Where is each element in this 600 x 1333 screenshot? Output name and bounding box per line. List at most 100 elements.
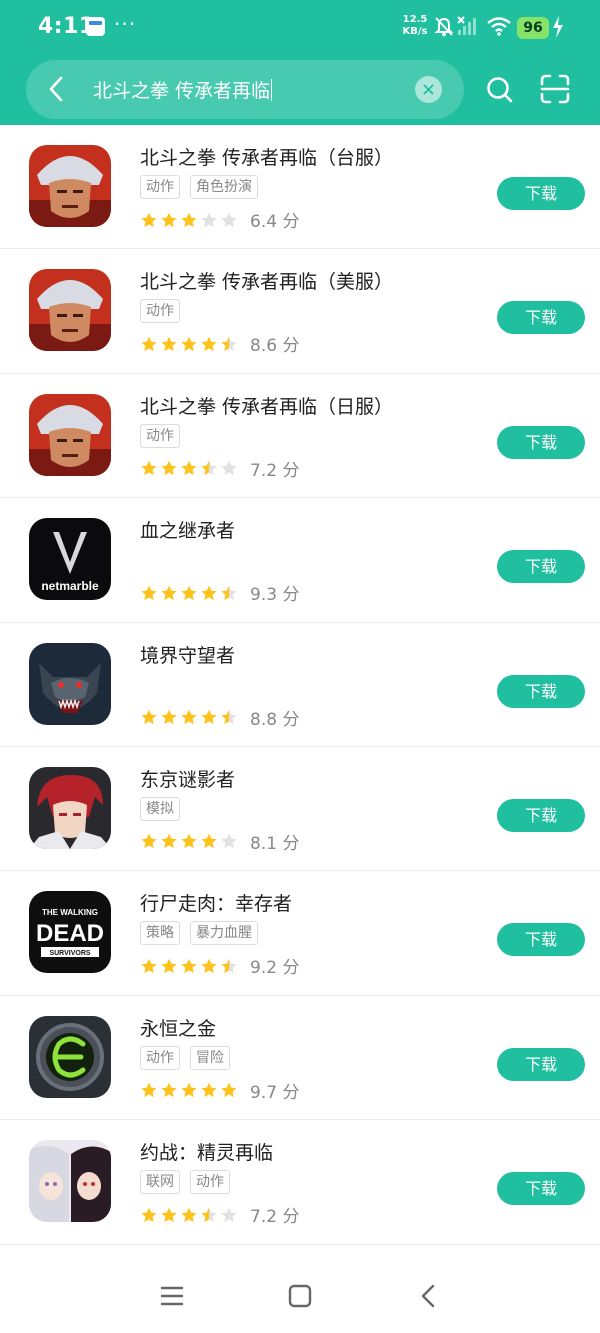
star-icon xyxy=(201,212,217,227)
clear-search-button[interactable] xyxy=(415,76,442,103)
star-icon xyxy=(181,709,197,725)
walking-dead-line-1: THE WALKING xyxy=(42,908,98,917)
rating-score: 8.1 分 xyxy=(250,833,300,854)
text-caret xyxy=(271,79,273,101)
star-icon xyxy=(141,958,157,973)
download-button[interactable]: 下载 xyxy=(497,301,585,335)
net-speed-unit: KB/s xyxy=(402,26,428,37)
star-icon xyxy=(201,709,217,725)
back-arrow-icon[interactable] xyxy=(44,74,70,104)
rating: 7.2 分 xyxy=(140,1202,299,1227)
list-item[interactable]: netmarble 血之继承者 9.3 分 下载 xyxy=(0,498,600,623)
star-icon xyxy=(201,585,217,600)
rating-score: 9.7 分 xyxy=(250,1082,300,1103)
app-name: 行尸走肉：幸存者 xyxy=(140,893,293,916)
search-results-list: 北斗之拳 传承者再临（台服） 动作 角色扮演 6.4 分 下载 北斗之拳 传承者… xyxy=(0,125,600,1245)
rating: 7.2 分 xyxy=(140,456,299,481)
download-button[interactable]: 下载 xyxy=(497,1172,585,1206)
star-icon xyxy=(201,336,217,351)
list-item[interactable]: 永恒之金 动作 冒险 9.7 分 下载 xyxy=(0,996,600,1121)
tag: 动作 xyxy=(140,423,180,448)
star-icon xyxy=(141,212,157,227)
star-icon xyxy=(141,336,157,351)
download-button[interactable]: 下载 xyxy=(497,177,585,210)
tag-list: 动作 角色扮演 xyxy=(140,175,258,199)
search-query: 北斗之拳 传承者再临 xyxy=(93,80,271,102)
tag: 角色扮演 xyxy=(190,175,258,199)
netmarble-v-icon: netmarble xyxy=(29,518,111,601)
rating-score: 7.2 分 xyxy=(250,460,300,481)
star-icon xyxy=(141,460,157,476)
search-icon[interactable] xyxy=(486,76,514,104)
tag: 联网 xyxy=(140,1170,180,1195)
werewolf-icon xyxy=(29,642,111,725)
net-speed-value: 12.5 xyxy=(402,14,428,25)
star-icon xyxy=(221,460,237,476)
list-item[interactable]: 境界守望者 8.8 分 下载 xyxy=(0,623,600,747)
search-input[interactable]: 北斗之拳 传承者再临 xyxy=(93,76,273,103)
rating: 9.3 分 xyxy=(140,580,299,605)
list-item[interactable]: 东京谜影者 模拟 8.1 分 下载 xyxy=(0,747,600,872)
star-icon xyxy=(201,958,217,973)
download-button[interactable]: 下载 xyxy=(497,798,585,832)
list-item[interactable]: THE WALKING DEAD SURVIVORS 行尸走肉：幸存者 策略 暴… xyxy=(0,871,600,996)
back-icon[interactable] xyxy=(418,1283,440,1309)
tag-list: 联网 动作 xyxy=(140,1170,230,1195)
list-item[interactable]: 北斗之拳 传承者再临（美服） 动作 8.6 分 下载 xyxy=(0,249,600,374)
star-icon xyxy=(201,1207,217,1222)
hokuto-fighter-icon xyxy=(29,393,111,476)
tag-list: 动作 xyxy=(140,423,180,448)
list-item[interactable]: 约战：精灵再临 联网 动作 7.2 分 下载 xyxy=(0,1120,600,1245)
more-dots-icon: ··· xyxy=(114,12,137,36)
star-icon xyxy=(181,212,197,227)
star-icon xyxy=(181,1082,197,1098)
download-button[interactable]: 下载 xyxy=(497,1047,585,1081)
rating-score: 8.6 分 xyxy=(250,336,300,357)
tag-list: 动作 冒险 xyxy=(140,1045,230,1070)
app-name: 东京谜影者 xyxy=(140,768,236,791)
close-icon xyxy=(423,84,434,95)
star-icon xyxy=(161,834,177,849)
app-name: 北斗之拳 传承者再临（台服） xyxy=(140,147,394,169)
star-rating xyxy=(140,459,238,477)
walking-dead-line-2: DEAD xyxy=(36,920,104,947)
download-button[interactable]: 下载 xyxy=(497,923,585,957)
rating: 6.4 分 xyxy=(140,207,299,232)
signal-icon xyxy=(457,16,476,35)
star-rating xyxy=(140,708,238,726)
eternium-e-icon xyxy=(29,1015,111,1098)
star-icon xyxy=(181,585,197,600)
menu-icon[interactable] xyxy=(160,1285,184,1307)
tag: 冒险 xyxy=(190,1045,230,1070)
tag: 模拟 xyxy=(140,796,180,821)
star-rating xyxy=(140,584,238,602)
star-icon xyxy=(161,1082,177,1098)
hokuto-fighter-icon xyxy=(29,145,111,227)
star-icon xyxy=(221,709,237,725)
walking-dead-line-3: SURVIVORS xyxy=(49,950,90,957)
tag: 暴力血腥 xyxy=(190,921,258,946)
rating: 9.2 分 xyxy=(140,953,299,978)
download-button[interactable]: 下载 xyxy=(497,674,585,708)
home-icon[interactable] xyxy=(287,1283,313,1309)
rating: 8.1 分 xyxy=(140,829,299,854)
star-rating xyxy=(140,335,238,353)
download-button[interactable]: 下载 xyxy=(497,550,585,584)
star-rating xyxy=(140,1206,238,1224)
scan-icon[interactable] xyxy=(540,74,570,104)
star-icon xyxy=(201,1082,217,1098)
download-button[interactable]: 下载 xyxy=(497,425,585,459)
star-icon xyxy=(221,1082,237,1098)
star-icon xyxy=(141,1207,157,1222)
mute-icon xyxy=(434,17,454,37)
star-icon xyxy=(161,1207,177,1222)
anime-red-hair-icon xyxy=(29,766,111,849)
rating-score: 6.4 分 xyxy=(250,212,300,232)
app-name: 北斗之拳 传承者再临（美服） xyxy=(140,271,394,294)
star-icon xyxy=(161,709,177,725)
rating: 8.6 分 xyxy=(140,331,299,356)
list-item[interactable]: 北斗之拳 传承者再临（台服） 动作 角色扮演 6.4 分 下载 xyxy=(0,125,600,250)
list-item[interactable]: 北斗之拳 传承者再临（日服） 动作 7.2 分 下载 xyxy=(0,374,600,499)
star-icon xyxy=(221,834,237,849)
app-name: 永恒之金 xyxy=(140,1017,217,1040)
